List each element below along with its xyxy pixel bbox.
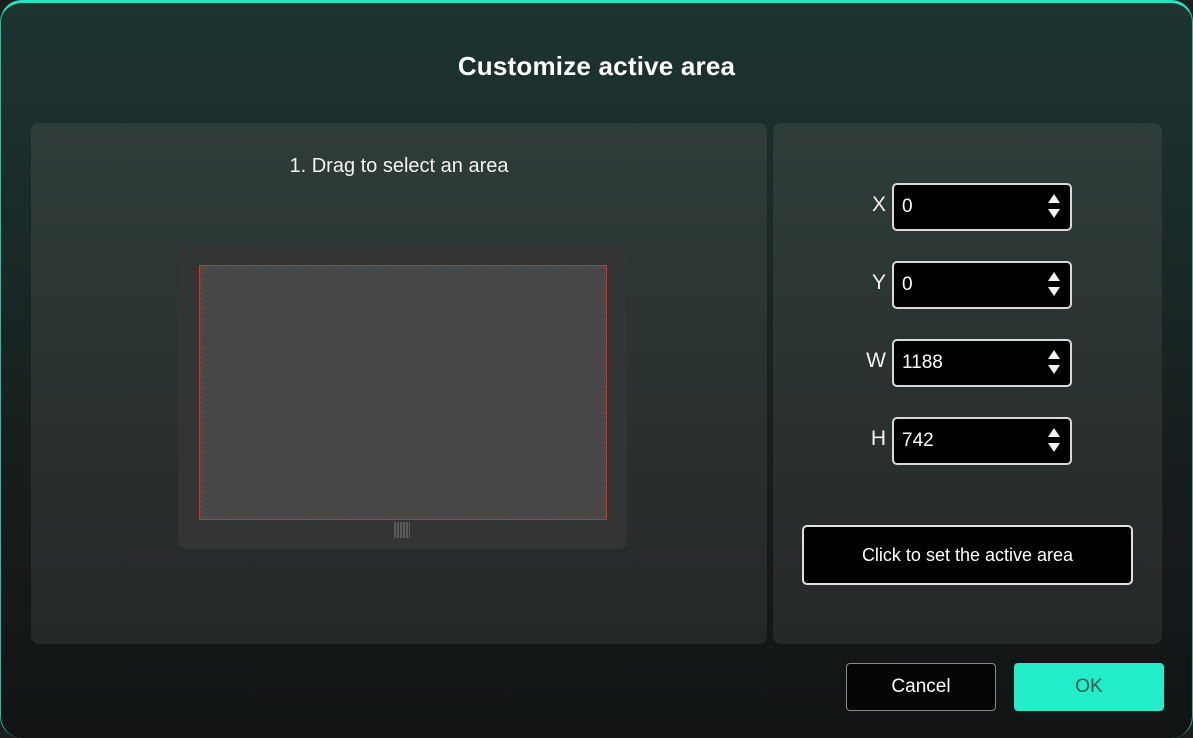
x-input[interactable] — [902, 185, 1032, 229]
triangle-up-icon[interactable] — [1048, 272, 1060, 281]
y-spinbox[interactable] — [892, 261, 1072, 309]
triangle-down-icon[interactable] — [1048, 365, 1060, 374]
y-label: Y — [871, 271, 886, 294]
w-spin-arrows — [1048, 350, 1062, 376]
h-spinbox[interactable] — [892, 417, 1072, 465]
triangle-down-icon[interactable] — [1048, 287, 1060, 296]
w-label: W — [866, 349, 886, 372]
field-row-w: W — [773, 339, 1162, 387]
cancel-button[interactable]: Cancel — [846, 663, 996, 711]
x-spin-arrows — [1048, 194, 1062, 220]
h-input[interactable] — [902, 419, 1032, 463]
triangle-up-icon[interactable] — [1048, 194, 1060, 203]
x-spinbox[interactable] — [892, 183, 1072, 231]
set-active-area-button[interactable]: Click to set the active area — [802, 525, 1133, 585]
dialog-title: Customize active area — [457, 51, 736, 81]
field-row-x: X — [773, 183, 1162, 231]
h-spin-arrows — [1048, 428, 1062, 454]
drag-instruction: 1. Drag to select an area — [289, 155, 509, 177]
h-label: H — [870, 427, 886, 450]
ok-button[interactable]: OK — [1014, 663, 1164, 711]
area-preview-panel: 1. Drag to select an area — [31, 123, 767, 644]
w-spinbox[interactable] — [892, 339, 1072, 387]
triangle-down-icon[interactable] — [1048, 209, 1060, 218]
tablet-preview — [178, 245, 627, 549]
x-label: X — [871, 193, 886, 216]
w-input[interactable] — [902, 341, 1032, 385]
field-row-h: H — [773, 417, 1162, 465]
triangle-up-icon[interactable] — [1048, 350, 1060, 359]
active-area-selection[interactable] — [199, 265, 607, 520]
tablet-logo-icon — [394, 522, 410, 538]
field-row-y: Y — [773, 261, 1162, 309]
triangle-up-icon[interactable] — [1048, 428, 1060, 437]
y-spin-arrows — [1048, 272, 1062, 298]
area-settings-panel: X Y W — [773, 123, 1162, 644]
customize-active-area-dialog: Customize active area 1. Drag to select … — [0, 0, 1193, 738]
y-input[interactable] — [902, 263, 1032, 307]
triangle-down-icon[interactable] — [1048, 443, 1060, 452]
